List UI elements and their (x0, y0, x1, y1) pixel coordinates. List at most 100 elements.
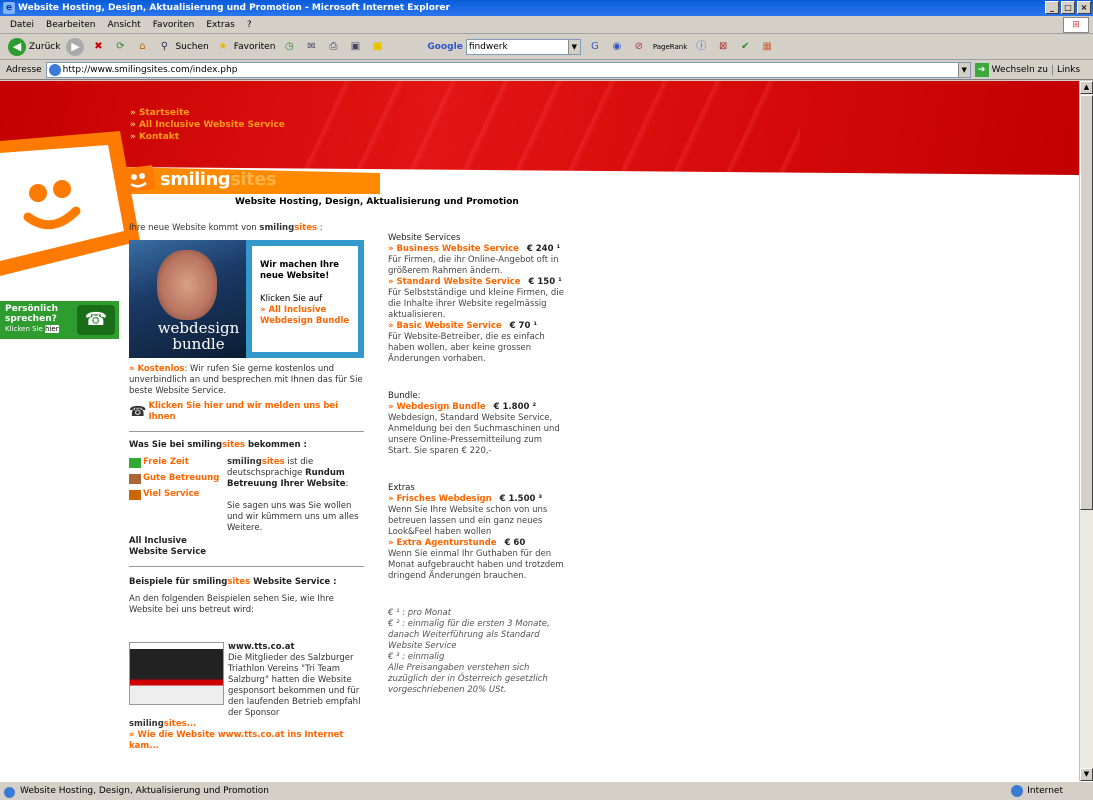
edit-icon[interactable]: ▣ (347, 39, 363, 55)
popup-blocker-icon[interactable]: ⊠ (715, 39, 731, 55)
top-navigation: Startseite All Inclusive Website Service… (130, 107, 285, 143)
menu-ansicht[interactable]: Ansicht (107, 20, 140, 30)
scroll-up-icon[interactable]: ▲ (1080, 81, 1093, 94)
phone-icon: ☎ (129, 403, 147, 420)
promo-bundle-link[interactable]: All Inclusive Webdesign Bundle (260, 305, 350, 327)
chevron-down-icon[interactable]: ▼ (567, 39, 580, 54)
menu-help[interactable]: ? (247, 20, 252, 30)
forward-button[interactable]: ▶ (66, 37, 85, 56)
nav-kontakt[interactable]: Kontakt (130, 131, 285, 143)
agency-hour-link[interactable]: Extra Agenturstunde (388, 538, 497, 548)
callback-link[interactable]: Klicken Sie hier und wir melden uns bei … (148, 401, 364, 423)
back-arrow-icon: ◀ (8, 37, 26, 56)
go-arrow-icon: ➔ (974, 62, 989, 77)
fresh-webdesign-link[interactable]: Frisches Webdesign (388, 494, 492, 504)
history-icon[interactable]: ◷ (281, 39, 297, 55)
service-item-basic: Basic Website Service€ 70 ¹ Für Website-… (388, 321, 568, 365)
google-label: Google (427, 41, 463, 52)
left-column: Ihre neue Website kommt von smilingsites… (129, 223, 364, 752)
example-thumbnail[interactable] (129, 642, 224, 705)
spellcheck-icon[interactable]: ✔ (737, 39, 753, 55)
kostenlos-link[interactable]: Kostenlos (129, 364, 184, 374)
promo-headline: Wir machen Ihre neue Website! (260, 260, 340, 281)
scroll-thumb[interactable] (1080, 95, 1093, 510)
note-icon[interactable]: ■ (369, 39, 385, 55)
services-title: Website Services (388, 233, 461, 243)
window-titlebar[interactable]: e Website Hosting, Design, Aktualisierun… (0, 0, 1093, 16)
print-icon[interactable]: ⎙ (325, 39, 341, 55)
info-icon[interactable]: ⓘ (693, 39, 709, 55)
brand-sites: sites (230, 169, 277, 190)
basic-service-link[interactable]: Basic Website Service (388, 321, 502, 331)
feature-good-care[interactable]: Gute Betreuung (129, 473, 227, 484)
status-text: Website Hosting, Design, Aktualisierung … (0, 786, 860, 798)
minimize-button[interactable]: _ (1045, 1, 1059, 14)
search-button[interactable]: ⚲ Suchen (156, 39, 209, 55)
menu-extras[interactable]: Extras (206, 20, 234, 30)
nav-startseite[interactable]: Startseite (130, 107, 285, 119)
vertical-scrollbar[interactable]: ▲ ▼ (1079, 81, 1093, 781)
menu-datei[interactable]: Datei (10, 20, 34, 30)
windows-logo-icon: ⊞ (1063, 17, 1089, 33)
photo-caption: webdesign bundle (157, 319, 240, 353)
example-title: www.tts.co.at (228, 642, 295, 652)
examples-intro: An den folgenden Beispielen sehen Sie, w… (129, 594, 334, 615)
google-search-input[interactable]: findwerk ▼ (465, 38, 581, 55)
stop-icon[interactable]: ✖ (90, 39, 106, 55)
address-input[interactable]: http://www.smilingsites.com/index.php ▼ (45, 61, 971, 78)
promo-text-box: Wir machen Ihre neue Website! Klicken Si… (246, 240, 364, 358)
back-button[interactable]: ◀ Zurück (8, 37, 61, 56)
star-icon: ★ (218, 40, 228, 52)
feature-free-time[interactable]: Freie Zeit (129, 457, 227, 468)
extra-item-agency-hour: Extra Agenturstunde€ 60 Wenn Sie einmal … (388, 538, 568, 582)
menu-bearbeiten[interactable]: Bearbeiten (46, 20, 95, 30)
telephone-icon: ☎ (77, 305, 115, 335)
feature-description: smilingsites ist die deutschsprachige Ru… (227, 457, 359, 533)
back-label: Zurück (29, 41, 61, 52)
pricing-column: Website Services Business Website Servic… (388, 233, 568, 696)
bundle-link[interactable]: Webdesign Bundle (388, 402, 486, 412)
pagerank-indicator[interactable]: PageRank (653, 43, 687, 51)
close-button[interactable]: × (1077, 1, 1091, 14)
feature-service[interactable]: Viel Service (129, 489, 227, 500)
favorites-button[interactable]: ★ Favoriten (215, 39, 276, 55)
business-service-link[interactable]: Business Website Service (388, 244, 519, 254)
example-item: www.tts.co.at Die Mitglieder des Salzbur… (129, 642, 364, 719)
example-link[interactable]: Wie die Website www.tts.co.at ins Intern… (129, 730, 364, 752)
divider (129, 431, 364, 432)
page-viewport[interactable]: Startseite All Inclusive Website Service… (0, 81, 1079, 781)
google-toolbar[interactable]: Google findwerk ▼ (427, 38, 581, 55)
address-dropdown-icon[interactable]: ▼ (957, 62, 970, 77)
free-call-text: Kostenlos: Wir rufen Sie gerne kostenlos… (129, 364, 364, 397)
mail-icon[interactable]: ✉ (303, 39, 319, 55)
menu-favoriten[interactable]: Favoriten (153, 20, 195, 30)
refresh-icon[interactable]: ⟳ (112, 39, 128, 55)
menu-bar: Datei Bearbeiten Ansicht Favoriten Extra… (0, 16, 1093, 34)
block-icon[interactable]: ⊘ (631, 39, 647, 55)
brand-logo[interactable]: smilingsites (160, 169, 277, 190)
maximize-button[interactable]: □ (1061, 1, 1075, 14)
globe-icon[interactable]: ◉ (609, 39, 625, 55)
options-icon[interactable]: ▦ (759, 39, 775, 55)
google-search-icon[interactable]: G (587, 39, 603, 55)
status-page-icon (4, 787, 15, 798)
ie-icon: e (3, 2, 15, 14)
go-button[interactable]: ➔ Wechseln zu (974, 62, 1048, 77)
scroll-down-icon[interactable]: ▼ (1080, 768, 1093, 781)
call-box[interactable]: Persönlich sprechen? Klicken Sie hier ☎ (0, 301, 119, 339)
bundle-item: Webdesign Bundle€ 1.800 ² Webdesign, Sta… (388, 402, 568, 457)
nav-all-inclusive[interactable]: All Inclusive Website Service (130, 119, 285, 131)
standard-service-link[interactable]: Standard Website Service (388, 277, 521, 287)
favorites-label: Favoriten (233, 41, 276, 52)
brand-smiling: smiling (160, 169, 231, 190)
home-icon[interactable]: ⌂ (134, 39, 150, 55)
hammock-icon (129, 457, 141, 468)
promo-banner[interactable]: webdesign bundle Wir machen Ihre neue We… (129, 240, 364, 358)
address-bar: Adresse http://www.smilingsites.com/inde… (0, 60, 1093, 80)
service-icon (129, 489, 141, 500)
links-button[interactable]: Links (1051, 64, 1080, 75)
example-sponsor: smilingsites... (129, 719, 197, 729)
call-here-link[interactable]: hier (45, 325, 59, 333)
extra-item-webdesign: Frisches Webdesign€ 1.500 ³ Wenn Sie Ihr… (388, 494, 568, 538)
address-label: Adresse (6, 64, 42, 75)
